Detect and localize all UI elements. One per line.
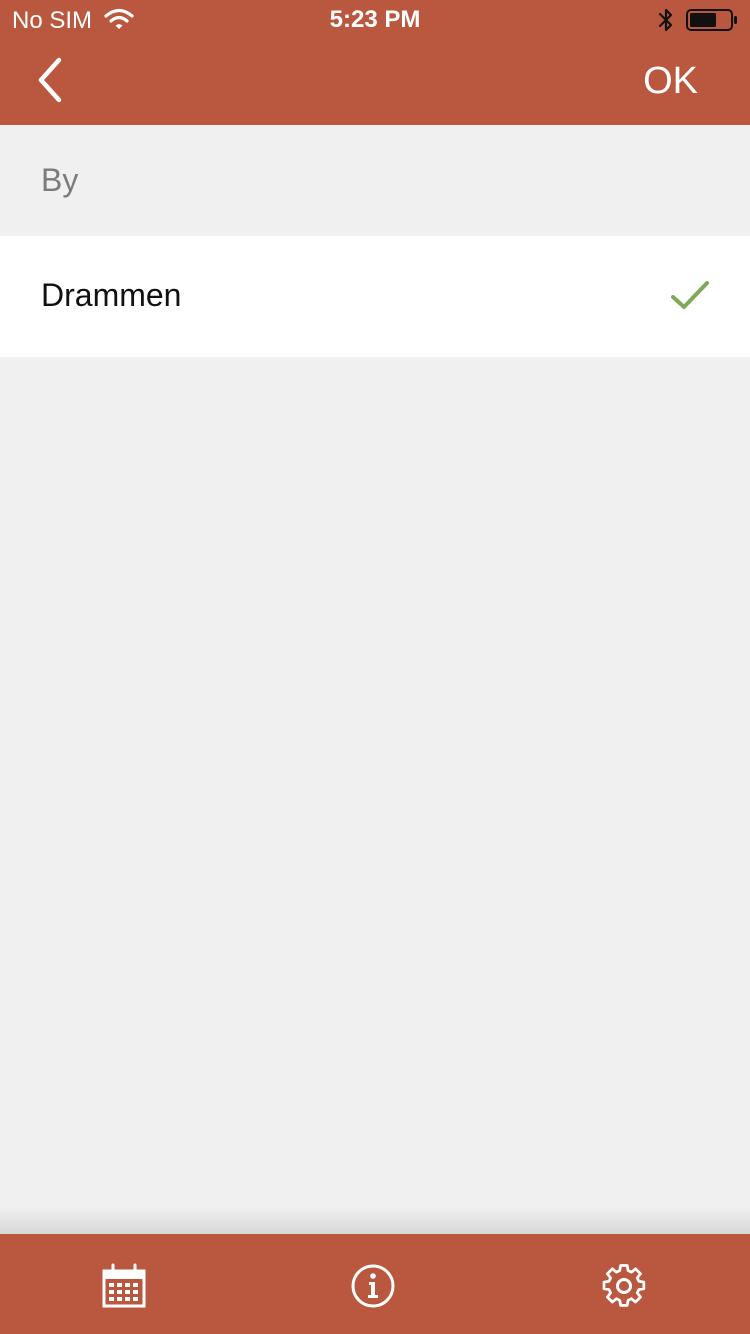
- status-bar: No SIM 5:23 PM: [0, 0, 750, 40]
- list-item-drammen[interactable]: Drammen: [0, 236, 750, 357]
- chevron-left-icon: [38, 57, 62, 103]
- tabbar-shadow: [0, 1206, 750, 1234]
- checkmark-icon: [671, 281, 709, 309]
- tab-settings[interactable]: [500, 1234, 750, 1334]
- app-screen: No SIM 5:23 PM OK By Drammen: [0, 0, 750, 1334]
- calendar-icon: [102, 1263, 146, 1308]
- back-button[interactable]: [26, 55, 76, 105]
- status-time: 5:23 PM: [329, 6, 421, 33]
- top-bar: No SIM 5:23 PM OK: [0, 0, 750, 125]
- section-title: By: [41, 162, 79, 198]
- section-header: By: [0, 125, 750, 236]
- list-item-label: Drammen: [41, 277, 182, 313]
- tab-calendar[interactable]: [0, 1234, 250, 1334]
- battery-icon: [686, 9, 737, 31]
- bluetooth-icon: [658, 8, 673, 32]
- info-icon: [351, 1264, 395, 1308]
- settings-gear-icon: [602, 1264, 646, 1307]
- ok-button[interactable]: OK: [643, 60, 698, 102]
- tab-bar: [0, 1234, 750, 1334]
- tab-info[interactable]: [250, 1234, 500, 1334]
